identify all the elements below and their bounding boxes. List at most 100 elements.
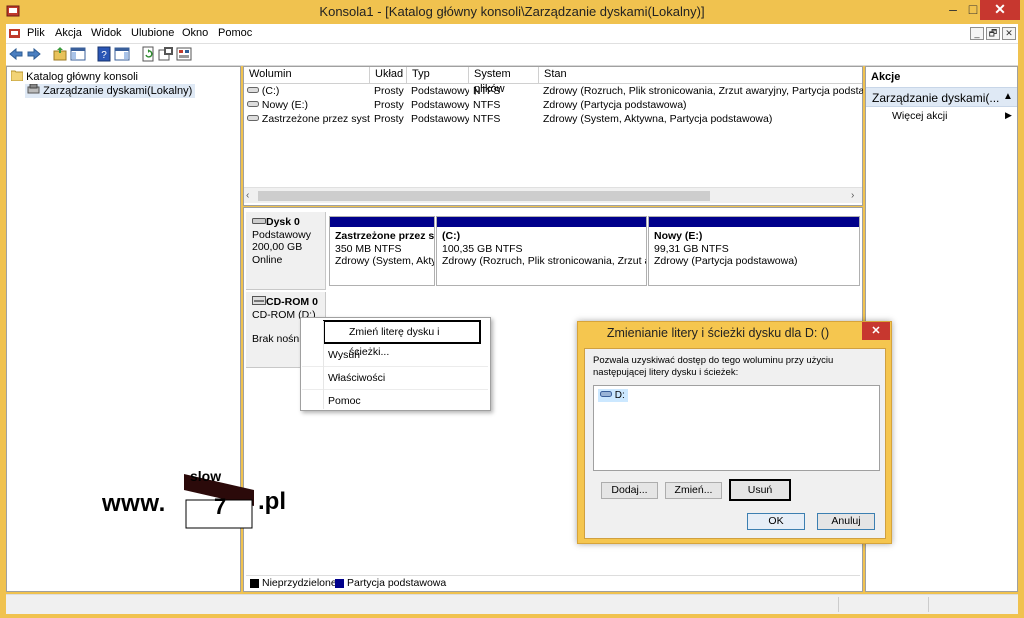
ok-button[interactable]: OK <box>747 513 805 530</box>
volume-list: Wolumin Układ Typ System plików Stan (C:… <box>243 66 863 206</box>
minimize-button[interactable]: – <box>940 0 966 20</box>
partition-name: Nowy (E:) <box>654 230 703 242</box>
partition-name: (C:) <box>442 230 461 242</box>
context-eject[interactable]: Wysuń <box>302 344 488 367</box>
remove-button[interactable]: Usuń <box>729 479 791 501</box>
console-icon[interactable] <box>8 27 21 40</box>
status-bar <box>6 594 1018 614</box>
cell-layout: Prosty <box>374 99 404 111</box>
partition-bar <box>649 217 859 227</box>
mdi-minimize-button[interactable]: _ <box>970 27 984 40</box>
legend-primary-swatch <box>335 579 344 588</box>
context-properties[interactable]: Właściwości <box>302 367 488 390</box>
cell-volume: Nowy (E:) <box>261 99 309 111</box>
maximize-button[interactable]: □ <box>966 0 980 20</box>
show-hide-tree-icon[interactable] <box>70 46 86 62</box>
disk-management-icon <box>27 83 40 94</box>
partition-status: Zdrowy (Rozruch, Plik stronicowania, Zrz… <box>442 255 646 267</box>
drive-icon <box>247 101 259 107</box>
status-divider <box>928 597 929 612</box>
collapse-icon[interactable]: ▲ <box>1003 91 1013 102</box>
change-drive-letter-dialog: Zmienianie litery i ścieżki dysku dla D:… <box>577 321 892 544</box>
menu-ulubione[interactable]: Ulubione <box>131 27 174 39</box>
toolbar: ? <box>6 44 1018 66</box>
help-icon[interactable]: ? <box>96 46 112 62</box>
status-divider <box>838 597 839 612</box>
show-hide-action-pane-icon[interactable] <box>114 46 130 62</box>
scroll-left-icon[interactable]: ‹ <box>246 190 249 201</box>
window-title: Konsola1 - [Katalog główny konsoli\Zarzą… <box>319 4 705 19</box>
mdi-close-button[interactable]: ✕ <box>1002 27 1016 40</box>
horizontal-scrollbar[interactable]: ‹ › <box>244 187 862 203</box>
watermark-top: slow <box>190 468 222 484</box>
partition-size: 350 MB NTFS <box>335 242 402 255</box>
table-row[interactable]: Nowy (E:) Prosty Podstawowy NTFS Zdrowy … <box>244 98 862 112</box>
add-button[interactable]: Dodaj... <box>601 482 658 499</box>
actions-section[interactable]: Zarządzanie dyskami(... ▲ <box>866 87 1017 107</box>
cell-type: Podstawowy <box>411 113 469 125</box>
up-folder-icon[interactable] <box>52 46 68 62</box>
more-actions-link[interactable]: Więcej akcji <box>892 110 947 122</box>
scrollbar-thumb[interactable] <box>258 191 710 201</box>
watermark-number: 7 <box>214 494 227 519</box>
column-header-type[interactable]: Typ <box>407 67 469 83</box>
menu-pomoc[interactable]: Pomoc <box>218 27 252 39</box>
properties-icon[interactable] <box>158 46 174 62</box>
dialog-description: Pozwala uzyskiwać dostęp do tego wolumin… <box>593 355 834 378</box>
forward-icon[interactable] <box>26 46 42 62</box>
list-item[interactable]: D: <box>598 389 628 402</box>
column-header-filesystem[interactable]: System plików <box>469 67 539 95</box>
watermark-prefix: www. <box>102 490 166 517</box>
column-header-layout[interactable]: Układ <box>370 67 407 83</box>
partition-size: 99,31 GB NTFS <box>654 242 729 255</box>
scroll-right-icon[interactable]: › <box>851 190 854 201</box>
table-row[interactable]: (C:) Prosty Podstawowy NTFS Zdrowy (Rozr… <box>244 84 863 98</box>
back-icon[interactable] <box>8 46 24 62</box>
partition-status: Zdrowy (System, Aktyw <box>335 255 434 267</box>
legend: Nieprzydzielone Partycja podstawowa <box>246 575 860 589</box>
dialog-close-button[interactable]: ✕ <box>862 322 890 340</box>
partition-e[interactable]: Nowy (E:) 99,31 GB NTFS Zdrowy (Partycja… <box>648 216 860 286</box>
close-button[interactable]: ✕ <box>980 0 1020 20</box>
watermark: www. slow 7 .pl <box>100 466 300 536</box>
legend-unallocated-label: Nieprzydzielone <box>262 577 337 589</box>
dialog-title: Zmienianie litery i ścieżki dysku dla D:… <box>606 326 830 340</box>
dialog-body: Pozwala uzyskiwać dostęp do tego wolumin… <box>584 348 886 539</box>
partition-size: 100,35 GB NTFS <box>442 242 523 255</box>
hard-disk-icon <box>252 218 266 224</box>
settings-icon[interactable] <box>176 46 192 62</box>
disk-0-size: 200,00 GB <box>252 241 303 253</box>
tree-root[interactable]: Katalog główny konsoli <box>10 70 138 83</box>
menu-widok[interactable]: Widok <box>91 27 122 39</box>
list-item-label: D: <box>614 390 625 401</box>
legend-primary-label: Partycja podstawowa <box>347 577 447 589</box>
table-row[interactable]: Zastrzeżone przez system Prosty Podstawo… <box>244 112 862 126</box>
menu-akcja[interactable]: Akcja <box>55 27 82 39</box>
change-button[interactable]: Zmień... <box>665 482 722 499</box>
menu-plik[interactable]: Plik <box>27 27 45 39</box>
menu-okno[interactable]: Okno <box>182 27 208 39</box>
context-help[interactable]: Pomoc <box>302 390 488 413</box>
cell-layout: Prosty <box>374 113 404 125</box>
cell-volume: Zastrzeżone przez system <box>261 113 370 125</box>
mdi-restore-button[interactable]: 🗗 <box>986 27 1000 40</box>
tree-disk-management[interactable]: Zarządzanie dyskami(Lokalny) <box>25 83 196 98</box>
partition-reserved[interactable]: Zastrzeżone przez sys 350 MB NTFS Zdrowy… <box>329 216 435 286</box>
disk-0-label[interactable]: Dysk 0 Podstawowy 200,00 GB Online <box>246 212 326 290</box>
context-change-drive-letter[interactable]: Zmień literę dysku i ścieżki... <box>323 320 481 358</box>
cell-status: Zdrowy (Rozruch, Plik stronicowania, Zrz… <box>543 85 863 97</box>
column-header-volume[interactable]: Wolumin <box>244 67 370 83</box>
disk-0-type: Podstawowy <box>252 228 311 241</box>
partition-c[interactable]: (C:) 100,35 GB NTFS Zdrowy (Rozruch, Pli… <box>436 216 647 286</box>
cell-filesystem: NTFS <box>473 85 501 97</box>
menu-bar: Plik Akcja Widok Ulubione Okno Pomoc _ 🗗… <box>6 24 1018 44</box>
partition-bar <box>330 217 434 227</box>
drive-letter-list[interactable]: D: <box>593 385 880 471</box>
refresh-icon[interactable] <box>140 46 156 62</box>
disk-0-name: Dysk 0 <box>266 216 300 228</box>
cancel-button[interactable]: Anuluj <box>817 513 875 530</box>
column-header-status[interactable]: Stan <box>539 67 862 83</box>
tree-child-label: Zarządzanie dyskami(Lokalny) <box>43 85 193 97</box>
submenu-arrow-icon: ▶ <box>1005 110 1012 120</box>
cell-type: Podstawowy <box>411 99 469 111</box>
